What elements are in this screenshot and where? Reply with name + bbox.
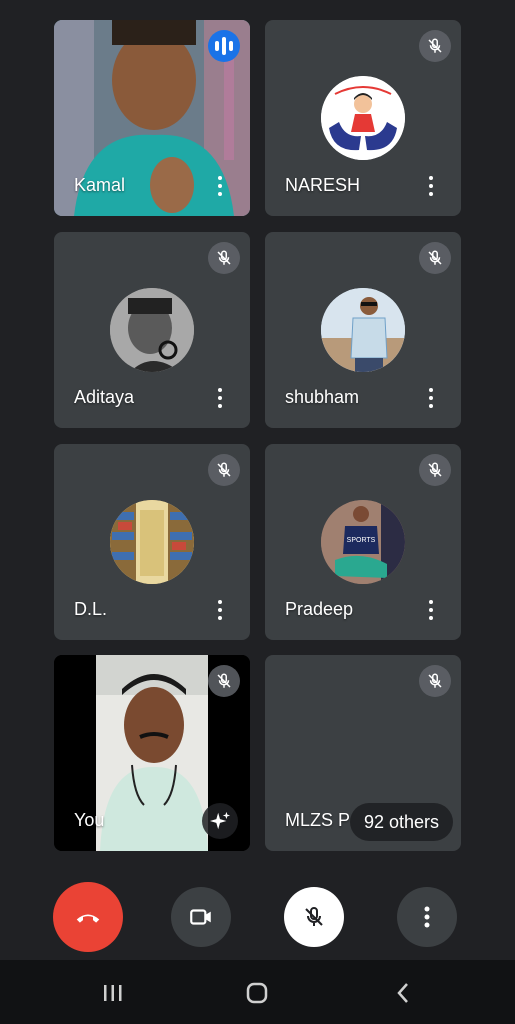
- participant-name: You: [74, 810, 105, 830]
- participant-name: Aditaya: [74, 387, 135, 407]
- mic-toggle-button[interactable]: [284, 887, 344, 947]
- video-camera-icon: [190, 909, 211, 925]
- participant-name: Pradeep: [285, 599, 354, 619]
- logo-image: [321, 76, 405, 160]
- back-icon[interactable]: [388, 978, 418, 1008]
- participant-name: Kamal: [74, 175, 126, 195]
- end-call-button[interactable]: [53, 882, 123, 952]
- more-options-icon[interactable]: [210, 386, 230, 410]
- system-nav-bar: [0, 960, 515, 1024]
- avatar: [321, 76, 405, 160]
- phone-hangup-icon: [76, 914, 100, 923]
- sparkle-effects-icon[interactable]: [202, 803, 238, 839]
- avatar: [321, 288, 405, 372]
- participant-tile-kamal[interactable]: Kamal: [54, 20, 250, 216]
- participant-tile-dl[interactable]: D.L.: [54, 444, 250, 640]
- mic-off-icon: [419, 242, 451, 274]
- more-options-icon[interactable]: [421, 386, 441, 410]
- participant-tile-aditaya[interactable]: Aditaya: [54, 232, 250, 428]
- participant-tile-shubham[interactable]: shubham: [265, 232, 461, 428]
- mic-off-icon: [419, 30, 451, 62]
- home-icon[interactable]: [242, 978, 272, 1008]
- mic-off-icon: [305, 906, 323, 926]
- call-controls: [0, 870, 515, 960]
- camera-toggle-button[interactable]: [171, 887, 231, 947]
- others-count-button[interactable]: 92 others: [349, 803, 453, 841]
- avatar: [110, 500, 194, 584]
- participant-name: MLZS P: [285, 810, 351, 830]
- avatar: [110, 288, 194, 372]
- avatar: SPORTS: [321, 500, 405, 584]
- participant-tile-self[interactable]: You: [54, 655, 250, 851]
- participant-name: shubham: [285, 387, 360, 407]
- mic-off-icon: [208, 454, 240, 486]
- more-options-icon[interactable]: [421, 598, 441, 622]
- mic-off-icon: [419, 665, 451, 697]
- more-vert-icon: [424, 906, 430, 928]
- participant-name: D.L.: [74, 599, 108, 619]
- mic-off-icon: [419, 454, 451, 486]
- svg-text:SPORTS: SPORTS: [347, 537, 376, 544]
- speaking-indicator-icon: [208, 30, 240, 62]
- mic-off-icon: [208, 665, 240, 697]
- participant-name: NARESH: [285, 175, 361, 195]
- more-options-icon[interactable]: [210, 174, 230, 198]
- recent-apps-icon[interactable]: [98, 978, 128, 1008]
- mic-off-icon: [208, 242, 240, 274]
- more-options-button[interactable]: [397, 887, 457, 947]
- participant-tile-naresh[interactable]: NARESH: [265, 20, 461, 216]
- more-options-icon[interactable]: [210, 598, 230, 622]
- participant-grid: Kamal NARESH Aditaya shubham D.L. SPORTS…: [0, 0, 515, 860]
- more-options-icon[interactable]: [421, 174, 441, 198]
- participant-tile-pradeep[interactable]: SPORTS Pradeep: [265, 444, 461, 640]
- participant-tile-mlzs[interactable]: MLZS P 92 others: [265, 655, 461, 851]
